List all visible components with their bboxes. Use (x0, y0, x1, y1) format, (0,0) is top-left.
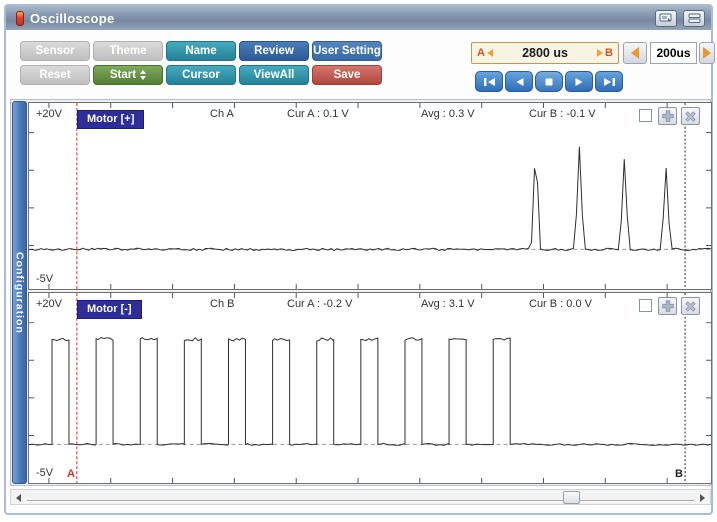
channel-a-expand-button[interactable] (658, 107, 677, 125)
channel-b-panel: +20V Motor [-] Ch B Cur A : -0.2 V Avg :… (28, 292, 712, 484)
a-left-arrow-icon (487, 49, 493, 57)
channel-b-name: Ch B (210, 298, 234, 310)
channel-a-checkbox[interactable] (639, 109, 652, 122)
b-right-arrow-icon (597, 49, 603, 57)
channel-a-avg-value: Avg : 0.3 V (421, 108, 475, 120)
right-arrow-icon (703, 47, 711, 59)
window-title: Oscilloscope (30, 11, 115, 26)
channel-b-checkbox[interactable] (639, 299, 652, 312)
channel-a-vmin-label: -5V (36, 273, 53, 285)
channel-a-close-button[interactable] (681, 107, 700, 125)
channel-b-badge: Motor [-] (77, 300, 142, 319)
scrollbar-thumb[interactable] (563, 491, 580, 504)
timebase-value: 200us (656, 46, 690, 60)
step-back-button[interactable] (505, 71, 533, 92)
timebase-field[interactable]: 200us (650, 42, 697, 64)
sensor-button[interactable]: Sensor (20, 41, 90, 61)
channel-b-cursor-b-value: Cur B : 0.0 V (529, 298, 592, 310)
left-arrow-icon (631, 47, 639, 59)
ab-range-field[interactable]: A 2800 us B (471, 42, 619, 64)
detach-window-icon[interactable] (655, 10, 677, 27)
horizontal-scrollbar[interactable] (10, 489, 711, 505)
stop-button[interactable] (535, 71, 563, 92)
channel-a-cursor-b-value: Cur B : -0.1 V (529, 108, 596, 120)
channel-a-name: Ch A (210, 108, 234, 120)
skip-first-button[interactable] (475, 71, 503, 92)
channel-b-vmax-label: +20V (36, 298, 62, 310)
channel-b-avg-value: Avg : 3.1 V (421, 298, 475, 310)
reset-button[interactable]: Reset (20, 65, 90, 85)
configuration-tab-label: Configuration (14, 252, 26, 334)
cursor-b-label: B (605, 47, 613, 59)
channel-a-cursor-a-value: Cur A : 0.1 V (287, 108, 349, 120)
skip-last-button[interactable] (595, 71, 623, 92)
cursor-a-marker[interactable]: A (67, 468, 75, 480)
cursor-button[interactable]: Cursor (166, 65, 236, 85)
titlebar: Oscilloscope (6, 6, 711, 30)
channel-b-expand-button[interactable] (658, 297, 677, 315)
cursor-b-marker[interactable]: B (675, 468, 683, 480)
start-button[interactable]: Start (93, 65, 163, 85)
channel-a-badge: Motor [+] (77, 110, 144, 129)
timebase-increase-button[interactable] (699, 42, 715, 64)
viewall-button[interactable]: ViewAll (239, 65, 309, 85)
toolbar: Sensor Theme Name Review User Setting Re… (20, 41, 382, 85)
channel-b-vmin-label: -5V (36, 467, 53, 479)
scrollbar-track[interactable] (27, 500, 694, 502)
review-button[interactable]: Review (239, 41, 309, 61)
channel-a-panel: +20V Motor [+] Ch A Cur A : 0.1 V Avg : … (28, 102, 712, 290)
name-button[interactable]: Name (166, 41, 236, 61)
step-forward-button[interactable] (565, 71, 593, 92)
transport-controls (475, 71, 623, 92)
start-button-label: Start (110, 69, 136, 81)
split-layout-icon[interactable] (683, 10, 705, 27)
scroll-right-icon[interactable] (700, 494, 705, 502)
channel-a-waveform (29, 103, 711, 289)
channel-a-vmax-label: +20V (36, 108, 62, 120)
save-button[interactable]: Save (312, 65, 382, 85)
ab-range-value: 2800 us (495, 46, 595, 60)
cursor-a-label: A (477, 47, 485, 59)
start-spinner-icon (140, 70, 146, 80)
timebase-decrease-button[interactable] (623, 42, 647, 64)
scroll-left-icon[interactable] (16, 494, 21, 502)
configuration-tab[interactable]: Configuration (12, 101, 27, 484)
channel-b-waveform (29, 293, 711, 483)
theme-button[interactable]: Theme (93, 41, 163, 61)
scope-area: Configuration +20V Motor [+] Ch A Cur A … (10, 99, 711, 486)
channel-b-close-button[interactable] (681, 297, 700, 315)
user-setting-button[interactable]: User Setting (312, 41, 382, 61)
channel-b-cursor-a-value: Cur A : -0.2 V (287, 298, 352, 310)
app-icon (16, 11, 24, 26)
app-window: Oscilloscope Sensor Theme Name Review Us… (4, 4, 713, 515)
